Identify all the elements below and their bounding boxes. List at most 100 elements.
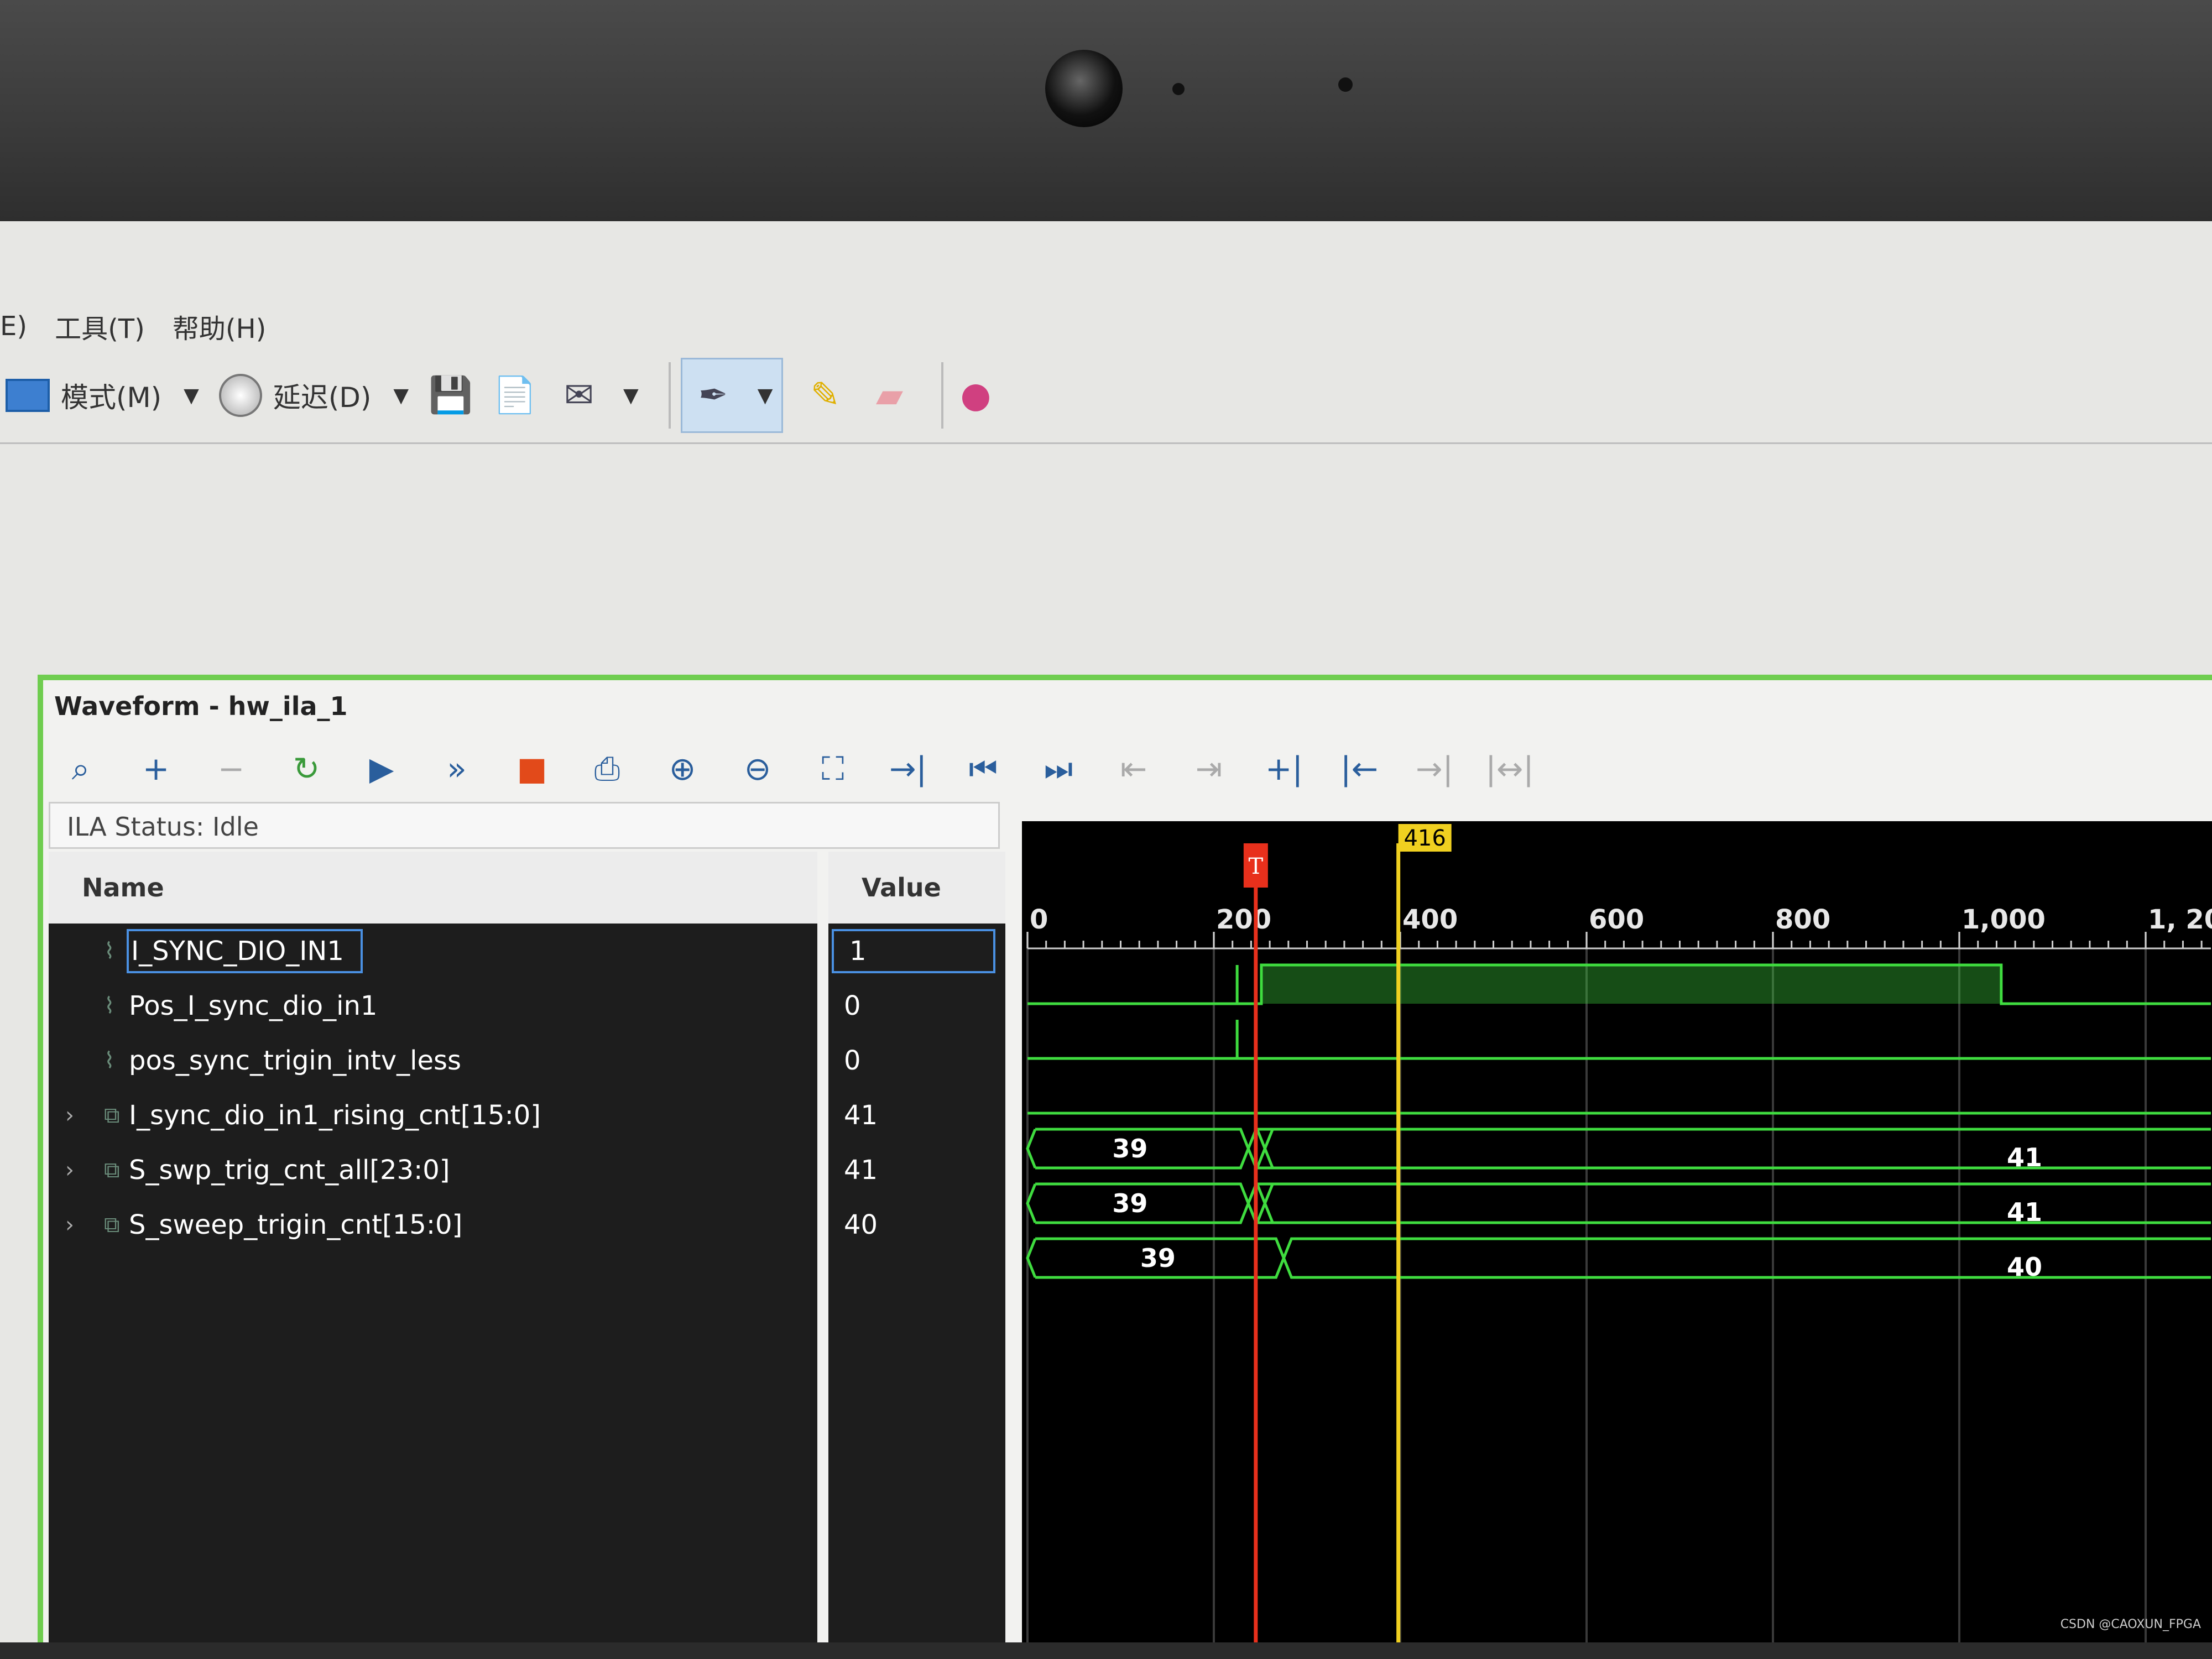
search-icon[interactable]: ⌕: [43, 750, 118, 788]
value-row[interactable]: 0: [828, 978, 1005, 1033]
next-transition-icon[interactable]: ⇥: [1171, 750, 1246, 787]
axis-tick-label: 0: [1030, 904, 1048, 935]
envelope-icon[interactable]: ✉: [557, 373, 601, 418]
signal-name: pos_sync_trigin_intv_less: [129, 1045, 462, 1076]
toolbar-separator: [668, 362, 671, 429]
previous-marker-icon[interactable]: |←: [1322, 750, 1397, 787]
chevron-down-icon[interactable]: ▼: [623, 384, 639, 407]
pen-icon: ✒: [698, 375, 728, 416]
color-balloon-icon[interactable]: ●: [953, 373, 998, 418]
signal-value: 41: [844, 1099, 878, 1131]
waveform-title: Waveform - hw_ila_1: [54, 691, 348, 721]
signal-value: 0: [844, 990, 861, 1021]
save-icon[interactable]: 💾: [429, 373, 473, 418]
signal-value: 41: [844, 1154, 878, 1186]
webcam-icon: [1045, 50, 1123, 127]
signal-name: S_swp_trig_cnt_all[23:0]: [129, 1154, 450, 1186]
remove-icon[interactable]: −: [194, 750, 269, 787]
screen: E) 工具(T) 帮助(H) 模式(M) ▼ 延迟(D) ▼ 💾 📄 ✉ ▼ ✒ ▼…: [0, 221, 2212, 1642]
waveform-canvas[interactable]: 0 200 400 600 800 1,000 1, 200 39 41 39 41 39 40 T 416: [1022, 821, 2212, 1642]
axis-tick-label: 800: [1775, 904, 1830, 935]
sensor-dot: [1172, 83, 1185, 95]
add-marker-icon[interactable]: +|: [1246, 750, 1322, 787]
expand-icon[interactable]: ›: [65, 1212, 74, 1238]
highlighter-icon[interactable]: ✎: [803, 373, 847, 418]
menu-item-help[interactable]: 帮助(H): [173, 307, 267, 346]
run-icon[interactable]: ▶: [344, 750, 419, 787]
previous-transition-icon[interactable]: ⇤: [1096, 750, 1171, 787]
chevron-down-icon[interactable]: ▼: [393, 384, 409, 407]
go-to-start-icon[interactable]: ⏮: [946, 750, 1021, 788]
signal-name-panel: Name ⌇ I_SYNC_DIO_IN1 ⌇ Pos_I_sync_dio_in1 ⌇…: [49, 852, 817, 1642]
bus-segment-value: 39: [1112, 1134, 1147, 1164]
bus-icon: ⧉: [104, 1157, 120, 1183]
axis-tick-label: 1,000: [1961, 904, 2046, 935]
value-row[interactable]: 1: [828, 924, 1005, 978]
signal-name: I_SYNC_DIO_IN1: [127, 928, 363, 973]
expand-icon[interactable]: ›: [65, 1103, 74, 1128]
delay-label: 延迟(D): [273, 382, 372, 414]
chevron-down-icon[interactable]: ▼: [758, 384, 773, 407]
signal-row[interactable]: ⌇ Pos_I_sync_dio_in1: [49, 978, 817, 1033]
value-row[interactable]: 41: [828, 1142, 1005, 1197]
ila-status: ILA Status: Idle: [49, 802, 1000, 849]
waveform-window: Waveform - hw_ila_1 ⌕ + − ↻ ▶ » ■ ⎙ ⊕ ⊖ …: [38, 675, 2212, 1642]
laptop-bezel: [0, 0, 2212, 221]
bus-icon: ⧉: [104, 1102, 120, 1128]
eraser-icon[interactable]: ▰: [867, 373, 911, 418]
bus-transition: [1256, 1183, 1274, 1223]
run-immediate-icon[interactable]: »: [419, 750, 494, 787]
bus-segment-value: 39: [1112, 1188, 1147, 1218]
swap-cursors-icon[interactable]: |↔|: [1472, 750, 1547, 787]
mode-label: 模式(M): [61, 382, 162, 414]
export-icon[interactable]: ⎙: [570, 750, 645, 788]
value-column-header[interactable]: Value: [828, 852, 1005, 924]
refresh-icon[interactable]: ↻: [269, 750, 344, 787]
zoom-fit-icon[interactable]: ⛶: [795, 750, 870, 788]
go-to-cursor-icon[interactable]: →|: [870, 750, 946, 787]
bit-icon: ⌇: [104, 993, 115, 1019]
signal-row[interactable]: ⌇ pos_sync_trigin_intv_less: [49, 1033, 817, 1088]
main-toolbar: 模式(M) ▼ 延迟(D) ▼ 💾 📄 ✉ ▼ ✒ ▼ ✎ ▰ ●: [0, 348, 2212, 444]
copy-icon[interactable]: 📄: [493, 373, 537, 418]
pen-button[interactable]: ✒ ▼: [680, 358, 784, 433]
expand-icon[interactable]: ›: [65, 1157, 74, 1183]
name-column-header[interactable]: Name: [49, 852, 817, 924]
bus-transition: [1256, 1129, 1274, 1168]
bus-segment-value: 41: [2007, 1197, 2042, 1227]
go-to-end-icon[interactable]: ⏭: [1021, 750, 1096, 788]
value-row[interactable]: 0: [828, 1033, 1005, 1088]
cursor-label: 416: [1404, 826, 1446, 851]
mode-button[interactable]: 模式(M) ▼: [0, 359, 199, 431]
bus-waveform: [1026, 1183, 1037, 1223]
zoom-out-icon[interactable]: ⊖: [720, 750, 795, 787]
stop-icon[interactable]: ■: [494, 750, 570, 787]
signal-row[interactable]: › ⧉ S_swp_trig_cnt_all[23:0]: [49, 1142, 817, 1197]
bus-waveform: [1026, 1129, 1037, 1168]
signal-row[interactable]: › ⧉ S_sweep_trigin_cnt[15:0]: [49, 1197, 817, 1252]
menu-item-tools[interactable]: 工具(T): [55, 307, 145, 346]
chevron-down-icon[interactable]: ▼: [184, 384, 199, 407]
zoom-in-icon[interactable]: ⊕: [645, 750, 720, 787]
add-icon[interactable]: +: [118, 750, 194, 787]
value-row[interactable]: 41: [828, 1088, 1005, 1142]
waveform-plot[interactable]: 0 200 400 600 800 1,000 1, 200 39 41 39 41 39 40 T 416: [1022, 821, 2212, 1642]
signal-name: I_sync_dio_in1_rising_cnt[15:0]: [129, 1099, 541, 1131]
signal-value-panel: Value 1 0 0 41 41 40: [828, 852, 1005, 1642]
bus-icon: ⧉: [104, 1212, 120, 1238]
delay-button[interactable]: 延迟(D) ▼: [218, 359, 409, 431]
signal-value: 40: [844, 1209, 878, 1240]
bit-icon: ⌇: [104, 938, 115, 964]
axis-tick-label: 1, 200: [2148, 904, 2212, 935]
menu-item-e[interactable]: E): [0, 311, 27, 342]
next-marker-icon[interactable]: →|: [1397, 750, 1472, 787]
signal-row[interactable]: › ⧉ I_sync_dio_in1_rising_cnt[15:0]: [49, 1088, 817, 1142]
signal-name: Pos_I_sync_dio_in1: [129, 990, 378, 1021]
toolbar-separator: [941, 362, 944, 429]
bus-segment-value: 41: [2007, 1142, 2042, 1172]
bus-segment-value: 39: [1140, 1243, 1176, 1273]
axis-tick-label: 200: [1216, 904, 1271, 935]
axis-tick-label: 400: [1402, 904, 1458, 935]
signal-row[interactable]: ⌇ I_SYNC_DIO_IN1: [49, 924, 817, 978]
value-row[interactable]: 40: [828, 1197, 1005, 1252]
